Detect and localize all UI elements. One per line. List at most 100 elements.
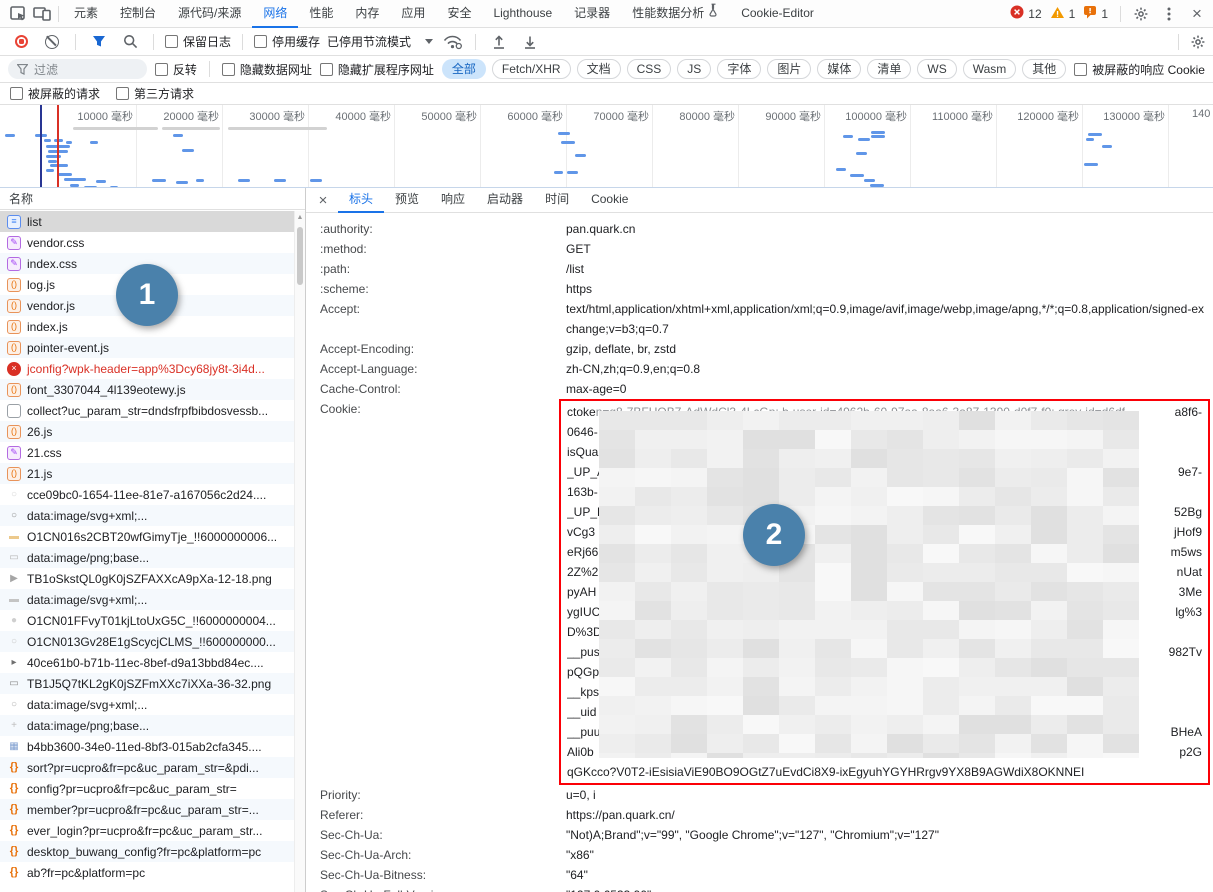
request-row-O1CN013Gv28E1gScycjCLMS_!!600000000...[interactable]: ○ O1CN013Gv28E1gScycjCLMS_!!600000000... (0, 631, 294, 652)
network-conditions-icon[interactable] (440, 30, 464, 54)
detail-tab-标头[interactable]: 标头 (338, 188, 385, 213)
request-row-cce09bc0-1654-11ee-81e7-a167056c2d24....[interactable]: ○ cce09bc0-1654-11ee-81e7-a167056c2d24...… (0, 484, 294, 505)
checkbox-box[interactable] (1074, 62, 1088, 76)
network-settings-gear-icon[interactable] (1183, 30, 1213, 54)
device-toolbar-icon[interactable] (30, 2, 54, 26)
filter-input[interactable]: 过滤 (8, 59, 147, 79)
filter-chip-字体[interactable]: 字体 (717, 59, 762, 79)
filter-chip-媒体[interactable]: 媒体 (817, 59, 862, 79)
main-tab-控制台[interactable]: 控制台 (109, 0, 167, 28)
filter-chip-Fetch/XHR[interactable]: Fetch/XHR (491, 59, 571, 79)
issues-icon[interactable] (1083, 5, 1097, 22)
scroll-up-icon[interactable]: ▲ (295, 211, 305, 225)
blocked-response-cookies-checkbox[interactable]: 被屏蔽的响应 Cookie (1074, 61, 1205, 78)
request-row-21.js[interactable]: () 21.js (0, 463, 294, 484)
request-list-header[interactable]: 名称 (0, 188, 305, 210)
checkbox-box[interactable] (116, 87, 130, 100)
throttling-dropdown[interactable]: 已停用节流模式 (327, 33, 434, 50)
export-har-icon[interactable] (518, 30, 542, 54)
filter-chip-文档[interactable]: 文档 (576, 59, 621, 79)
close-devtools-icon[interactable]: × (1185, 2, 1209, 26)
hide-extension-urls-checkbox[interactable]: 隐藏扩展程序网址 (319, 61, 434, 78)
main-tab-应用[interactable]: 应用 (390, 0, 436, 28)
request-row-data:image/png;base...[interactable]: + data:image/png;base... (0, 715, 294, 736)
scrollbar-thumb[interactable] (297, 227, 303, 285)
third-party-requests-checkbox[interactable]: 第三方请求 (116, 85, 194, 102)
filter-chip-Wasm[interactable]: Wasm (962, 59, 1017, 79)
main-tab-性能数据分析[interactable]: 性能数据分析 (621, 0, 730, 28)
checkbox-box[interactable] (154, 62, 168, 76)
inspect-element-icon[interactable] (6, 2, 30, 26)
main-tab-安全[interactable]: 安全 (436, 0, 482, 28)
request-row-config[interactable]: {} config?pr=ucpro&fr=pc&uc_param_str= (0, 778, 294, 799)
filter-chip-全部[interactable]: 全部 (441, 59, 486, 79)
request-row-font_3307044_4l139eotewy.js[interactable]: () font_3307044_4l139eotewy.js (0, 379, 294, 400)
request-row-data:image/svg+xml;...[interactable]: ○ data:image/svg+xml;... (0, 505, 294, 526)
invert-checkbox[interactable]: 反转 (154, 61, 197, 78)
detail-tab-时间[interactable]: 时间 (534, 188, 580, 213)
request-row-O1CN01FFvyT01kjLtoUxG5C_!!6000000004...[interactable]: ● O1CN01FFvyT01kjLtoUxG5C_!!6000000004... (0, 610, 294, 631)
request-row-desktop_buwang_config[interactable]: {} desktop_buwang_config?fr=pc&platform=p… (0, 841, 294, 862)
filter-chip-其他[interactable]: 其他 (1022, 59, 1067, 79)
request-row-ever_login[interactable]: {} ever_login?pr=ucpro&fr=pc&uc_param_str… (0, 820, 294, 841)
request-row-b4bb3600-34e0-11ed-8bf3-015ab2cfa345....[interactable]: ▦ b4bb3600-34e0-11ed-8bf3-015ab2cfa345...… (0, 736, 294, 757)
warning-count[interactable]: 1 (1069, 7, 1076, 21)
main-tab-记录器[interactable]: 记录器 (563, 0, 621, 28)
request-row-pointer-event.js[interactable]: () pointer-event.js (0, 337, 294, 358)
issues-count[interactable]: 1 (1101, 7, 1108, 21)
checkbox-box[interactable] (254, 35, 268, 48)
detail-tab-Cookie[interactable]: Cookie (580, 188, 639, 213)
filter-chip-清单[interactable]: 清单 (867, 59, 912, 79)
request-list-scrollbar[interactable]: ▲ (294, 211, 305, 892)
filter-chip-JS[interactable]: JS (677, 59, 712, 79)
request-row-40ce61b0-b71b-11ec-8bef-d9a13bbd84ec....[interactable]: ▸ 40ce61b0-b71b-11ec-8bef-d9a13bbd84ec...… (0, 652, 294, 673)
request-row-data:image/png;base...[interactable]: ▭ data:image/png;base... (0, 547, 294, 568)
error-icon[interactable] (1010, 5, 1024, 22)
request-row-jconfig[interactable]: × jconfig?wpk-header=app%3Dcy68jy8t-3i4d.… (0, 358, 294, 379)
network-overview-timeline[interactable]: 10000 毫秒 20000 毫秒 30000 毫秒 40000 毫秒 50000 毫秒… (0, 105, 1213, 188)
main-tab-源代码/来源[interactable]: 源代码/来源 (167, 0, 252, 28)
checkbox-box[interactable] (319, 62, 333, 76)
detail-tab-预览[interactable]: 预览 (384, 188, 430, 213)
main-tab-内存[interactable]: 内存 (344, 0, 390, 28)
checkbox-box[interactable] (10, 87, 23, 100)
request-row-sort[interactable]: {} sort?pr=ucpro&fr=pc&uc_param_str=&pdi.… (0, 757, 294, 778)
hide-data-urls-checkbox[interactable]: 隐藏数据网址 (221, 61, 312, 78)
checkbox-box[interactable] (221, 62, 235, 76)
warning-icon[interactable] (1050, 6, 1065, 22)
preserve-log-checkbox[interactable]: 保留日志 (165, 33, 231, 50)
request-row-collect[interactable]: collect?uc_param_str=dndsfrpfbibdosvessb… (0, 400, 294, 421)
clear-network-log-icon[interactable] (40, 30, 64, 54)
checkbox-box[interactable] (165, 35, 178, 48)
settings-gear-icon[interactable] (1129, 2, 1153, 26)
request-row-member[interactable]: {} member?pr=ucpro&fr=pc&uc_param_str=... (0, 799, 294, 820)
filter-chip-WS[interactable]: WS (917, 59, 957, 79)
search-icon[interactable] (118, 30, 142, 54)
request-row-list[interactable]: ≡ list (0, 211, 294, 232)
request-row-data:image/svg+xml;...[interactable]: ▬ data:image/svg+xml;... (0, 589, 294, 610)
request-row-TB1J5Q7tKL2gK0jSZFmXXc7iXXa-36-32.png[interactable]: ▭ TB1J5Q7tKL2gK0jSZFmXXc7iXXa-36-32.png (0, 673, 294, 694)
import-har-icon[interactable] (487, 30, 511, 54)
detail-tab-启动器[interactable]: 启动器 (476, 188, 534, 213)
request-row-26.js[interactable]: () 26.js (0, 421, 294, 442)
filter-icon[interactable] (87, 30, 111, 54)
main-tab-网络[interactable]: 网络 (252, 0, 299, 28)
request-row-21.css[interactable]: ✎ 21.css (0, 442, 294, 463)
detail-tab-响应[interactable]: 响应 (430, 188, 476, 213)
record-network-log-icon[interactable] (9, 30, 33, 54)
kebab-menu-icon[interactable] (1157, 2, 1181, 26)
blocked-requests-checkbox[interactable]: 被屏蔽的请求 (10, 85, 100, 102)
main-tab-性能[interactable]: 性能 (298, 0, 344, 28)
main-tab-元素[interactable]: 元素 (63, 0, 109, 28)
request-row-vendor.css[interactable]: ✎ vendor.css (0, 232, 294, 253)
request-row-O1CN016s2CBT20wfGimyTje_!!6000000006...[interactable]: ▬ O1CN016s2CBT20wfGimyTje_!!6000000006... (0, 526, 294, 547)
disable-cache-checkbox[interactable]: 停用缓存 (254, 33, 320, 50)
filter-chip-CSS[interactable]: CSS (626, 59, 672, 79)
request-row-ab[interactable]: {} ab?fr=pc&platform=pc (0, 862, 294, 883)
filter-chip-图片[interactable]: 图片 (767, 59, 812, 79)
close-detail-icon[interactable]: × (310, 192, 336, 209)
main-tab-Cookie-Editor[interactable]: Cookie-Editor (730, 0, 825, 28)
request-row-data:image/svg+xml;...[interactable]: ○ data:image/svg+xml;... (0, 694, 294, 715)
request-row-TB1oSkstQL0gK0jSZFAXXcA9pXa-12-18.png[interactable]: ▶ TB1oSkstQL0gK0jSZFAXXcA9pXa-12-18.png (0, 568, 294, 589)
main-tab-Lighthouse[interactable]: Lighthouse (482, 0, 563, 28)
